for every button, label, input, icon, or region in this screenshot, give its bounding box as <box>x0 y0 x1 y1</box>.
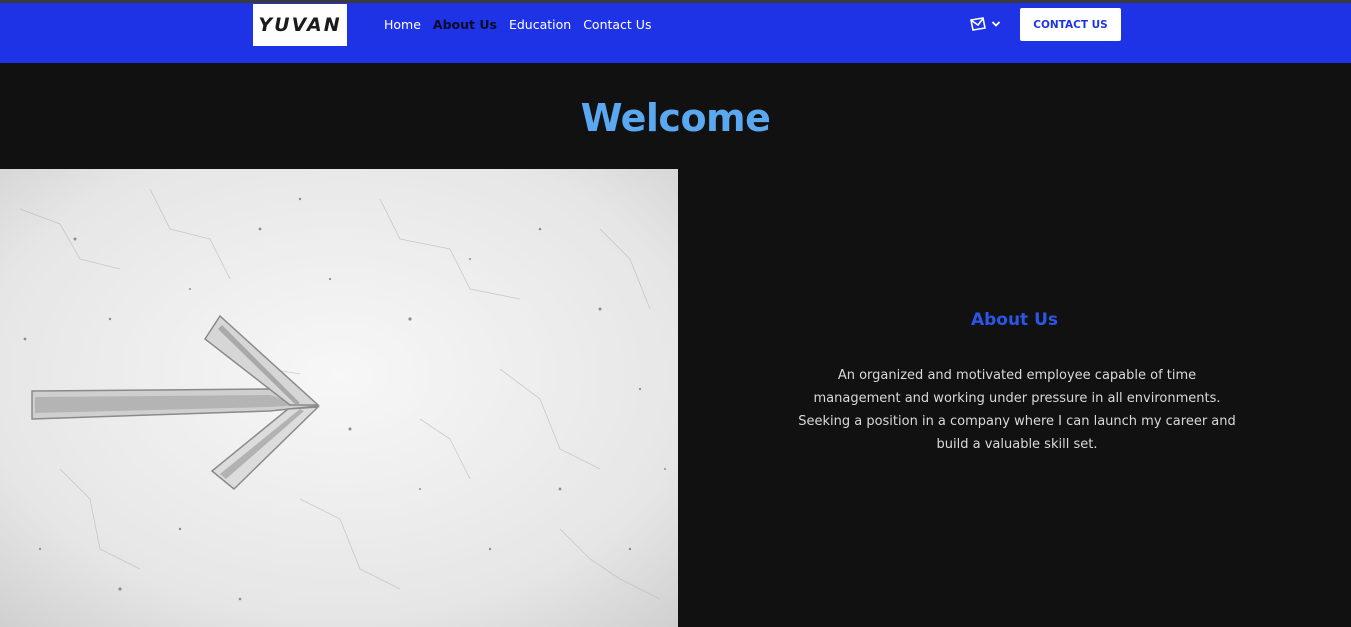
nav-contact-us[interactable]: Contact Us <box>583 17 651 32</box>
welcome-heading: Welcome <box>580 96 771 140</box>
envelope-icon <box>970 17 986 31</box>
logo-text: YUVAN <box>258 14 342 36</box>
mail-dropdown[interactable] <box>969 15 1005 33</box>
arrow-on-concrete-image <box>0 169 678 627</box>
contact-us-button[interactable]: CONTACT US <box>1020 8 1121 41</box>
main-nav: Home About Us Education Contact Us <box>384 17 663 32</box>
nav-home[interactable]: Home <box>384 17 421 32</box>
about-us-heading: About Us <box>970 310 1059 330</box>
site-header: YUVAN Home About Us Education Contact Us… <box>0 3 1351 63</box>
about-us-description: An organized and motivated employee capa… <box>798 368 1236 452</box>
chevron-down-icon <box>991 21 1001 27</box>
nav-about-us[interactable]: About Us <box>433 17 497 32</box>
site-logo[interactable]: YUVAN <box>253 4 347 46</box>
nav-education[interactable]: Education <box>509 17 571 32</box>
